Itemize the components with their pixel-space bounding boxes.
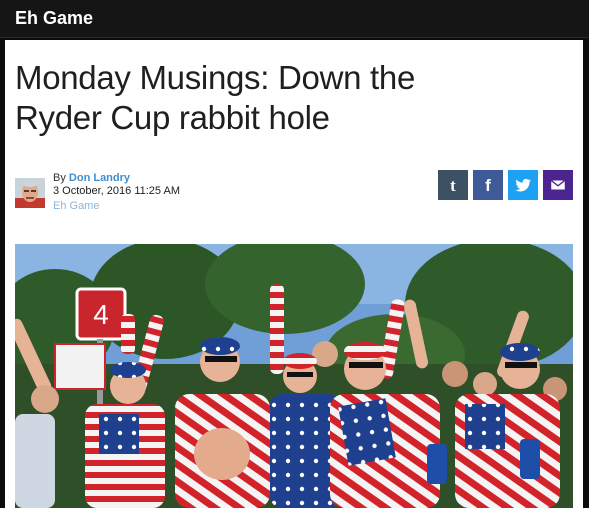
tumblr-icon: t bbox=[450, 176, 456, 194]
article-title: Monday Musings: Down the Ryder Cup rabbi… bbox=[15, 58, 535, 138]
share-twitter-button[interactable] bbox=[508, 170, 538, 200]
ryder-cup-fans-photo: 4 bbox=[15, 244, 573, 508]
share-email-button[interactable] bbox=[543, 170, 573, 200]
byline: By Don Landry bbox=[53, 171, 130, 185]
author-photo-image bbox=[15, 178, 45, 208]
by-prefix: By bbox=[53, 172, 66, 184]
share-tumblr-button[interactable]: t bbox=[438, 170, 468, 200]
facebook-glyph: f bbox=[485, 176, 491, 194]
author-link[interactable]: Don Landry bbox=[69, 172, 130, 184]
top-bar: Eh Game bbox=[0, 0, 589, 38]
site-name[interactable]: Eh Game bbox=[15, 8, 93, 29]
hero-image[interactable]: 4 bbox=[15, 244, 573, 508]
publish-date: 3 October, 2016 11:25 AM bbox=[53, 185, 180, 197]
tumblr-glyph: t bbox=[450, 176, 456, 194]
category-link[interactable]: Eh Game bbox=[53, 200, 99, 212]
author-avatar[interactable] bbox=[15, 178, 45, 208]
title-line-2: Ryder Cup rabbit hole bbox=[15, 99, 330, 136]
share-facebook-button[interactable]: f bbox=[473, 170, 503, 200]
twitter-icon bbox=[515, 178, 531, 192]
hole-sign-number: 4 bbox=[93, 299, 109, 330]
facebook-icon: f bbox=[485, 176, 491, 194]
article-card: Monday Musings: Down the Ryder Cup rabbi… bbox=[5, 40, 583, 508]
email-icon bbox=[550, 179, 566, 190]
title-line-1: Monday Musings: Down the bbox=[15, 59, 415, 96]
